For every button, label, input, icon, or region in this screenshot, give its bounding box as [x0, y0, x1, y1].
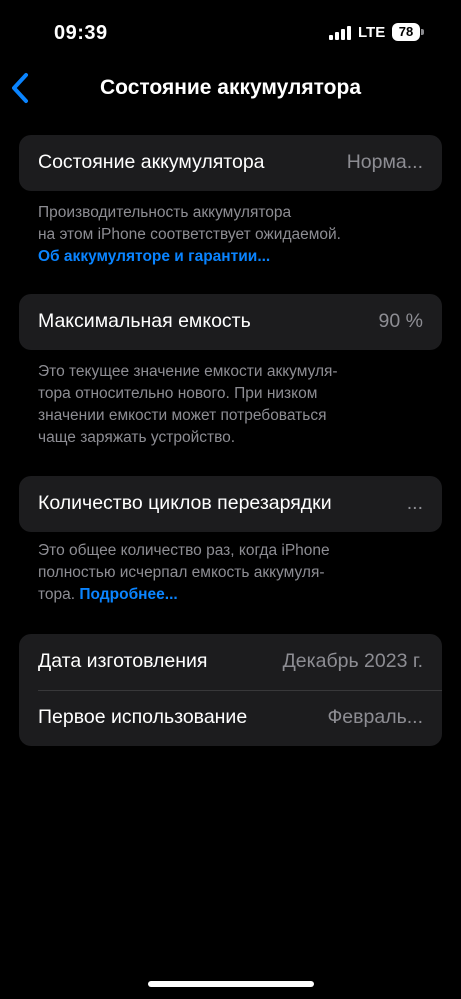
- manufacture-date-value: Декабрь 2023 г.: [282, 650, 423, 672]
- battery-level: 78: [392, 23, 420, 41]
- max-capacity-label: Максимальная емкость: [38, 310, 251, 332]
- battery-icon: 78: [392, 23, 424, 41]
- cycle-count-note-text: тора.: [38, 586, 76, 603]
- max-capacity-note-line: значении емкости может потребоваться: [38, 407, 327, 424]
- home-indicator[interactable]: [148, 981, 314, 987]
- first-use-label: Первое использование: [38, 706, 248, 728]
- max-capacity-note-line: тора относительно нового. При низком: [38, 385, 318, 402]
- first-use-value: Февраль...: [327, 706, 423, 728]
- battery-health-note-line: на этом iPhone соответствует ожидаемой.: [38, 226, 341, 243]
- cycle-count-card: Количество циклов перезарядки ...: [19, 476, 442, 532]
- battery-warranty-link[interactable]: Об аккумуляторе и гарантии...: [38, 246, 428, 268]
- max-capacity-card: Максимальная емкость 90 %: [19, 294, 442, 350]
- network-type: LTE: [358, 24, 386, 41]
- status-time: 09:39: [54, 22, 108, 44]
- battery-health-label: Состояние аккумулятора: [38, 151, 265, 173]
- cycle-count-note-line: тора. Подробнее...: [38, 584, 428, 606]
- cycle-count-note: Это общее количество раз, когда iPhone п…: [38, 540, 428, 606]
- cycle-count-note-line: Это общее количество раз, когда iPhone: [38, 542, 330, 559]
- max-capacity-note-line: чаще заряжать устройство.: [38, 429, 236, 446]
- max-capacity-value: 90 %: [378, 310, 423, 332]
- cycle-count-label: Количество циклов перезарядки: [38, 492, 332, 514]
- dates-card: Дата изготовления Декабрь 2023 г. Первое…: [19, 634, 442, 746]
- max-capacity-note-line: Это текущее значение емкости аккумуля-: [38, 363, 338, 380]
- battery-health-value: Норма...: [346, 151, 423, 173]
- page-title: Состояние аккумулятора: [99, 76, 361, 99]
- learn-more-link[interactable]: Подробнее...: [79, 586, 177, 603]
- battery-health-note: Производительность аккумулятора на этом …: [38, 202, 428, 268]
- cycle-count-note-line: полностью исчерпал емкость аккумуля-: [38, 564, 325, 581]
- cellular-signal-icon: [329, 26, 351, 40]
- battery-health-card[interactable]: Состояние аккумулятора Норма...: [19, 135, 442, 191]
- cycle-count-value: ...: [406, 492, 423, 514]
- battery-health-note-line: Производительность аккумулятора: [38, 204, 292, 221]
- status-bar: 09:39 LTE 78: [0, 0, 461, 60]
- max-capacity-note: Это текущее значение емкости аккумуля- т…: [38, 361, 428, 449]
- manufacture-date-label: Дата изготовления: [38, 650, 208, 672]
